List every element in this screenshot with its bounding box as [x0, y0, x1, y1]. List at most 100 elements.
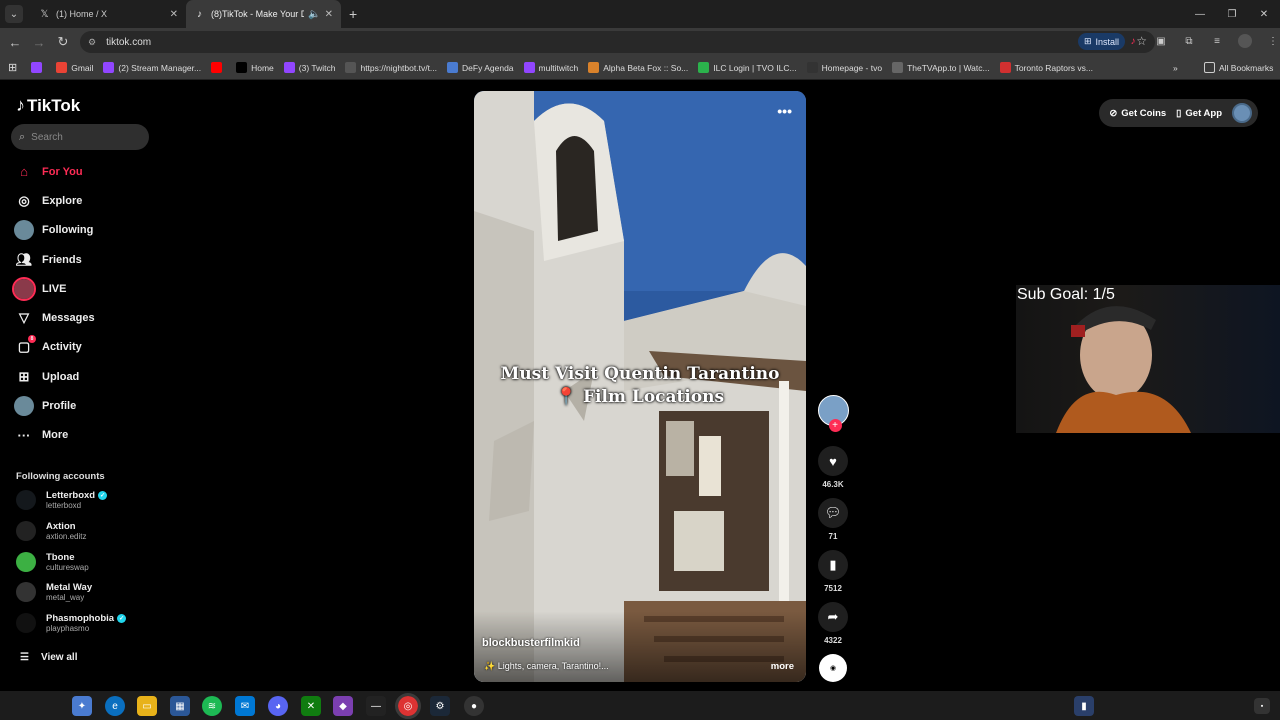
bookmark-item[interactable]	[211, 62, 226, 73]
sidebar-item-friends[interactable]: 👥︎ Friends	[14, 245, 95, 274]
bookmark-item[interactable]: ILC Login | TVO ILC...	[698, 62, 797, 73]
xbox-icon[interactable]: ✕	[301, 696, 321, 716]
verified-check-icon: ✓	[98, 491, 108, 500]
following-account-item[interactable]: Axtion axtion.editz	[16, 520, 86, 541]
bookmark-item[interactable]: https://nightbot.tv/t...	[345, 62, 437, 73]
back-icon[interactable]: ←	[3, 30, 27, 54]
sidebar-item-activity[interactable]: ▢ 8 Activity	[14, 333, 95, 362]
chrome-icon[interactable]: ◎	[395, 693, 421, 719]
spotify-icon[interactable]: ≋	[202, 696, 222, 716]
more-description-button[interactable]: more	[771, 661, 794, 672]
sidebar-item-following[interactable]: ● Following	[14, 216, 95, 245]
window-controls: — ❐ ✕	[1184, 0, 1280, 28]
bookmark-label: (3) Twitch	[298, 62, 336, 73]
steam-icon[interactable]: ⚙	[430, 696, 450, 716]
tab-search-button[interactable]: ⌄	[5, 5, 23, 23]
music-disc-icon[interactable]: ◉	[819, 654, 847, 682]
close-window-icon[interactable]: ✕	[1248, 0, 1280, 28]
sound-disc-button[interactable]: ◉	[815, 654, 851, 682]
follow-plus-icon[interactable]: +	[828, 419, 842, 432]
following-account-item[interactable]: Tbone cultureswap	[16, 551, 89, 572]
speaker-icon[interactable]: 🔈	[308, 9, 320, 20]
user-avatar[interactable]	[1232, 103, 1252, 123]
forward-icon[interactable]: →	[27, 30, 51, 54]
store-icon[interactable]: ▦	[170, 696, 190, 716]
apps-grid-icon[interactable]: ⊞	[8, 61, 17, 74]
tray-app-icon[interactable]: ▮	[1074, 696, 1094, 716]
following-account-item[interactable]: Phasmophobia ✓ playphasmo	[16, 613, 127, 634]
close-tab-icon[interactable]: ✕	[325, 9, 333, 20]
tab-tiktok[interactable]: ♪ (8)TikTok - Make Your Day 🔈 ✕	[186, 0, 341, 28]
extensions-puzzle-icon[interactable]: ⧉	[1182, 34, 1196, 48]
copilot-icon[interactable]: ✦	[72, 696, 92, 716]
sidebar-item-explore[interactable]: ◎ Explore	[14, 186, 95, 215]
get-coins-button[interactable]: ⊘ Get Coins	[1109, 108, 1166, 119]
edge-icon[interactable]: e	[105, 696, 125, 716]
following-account-item[interactable]: Letterboxd ✓ letterboxd	[16, 490, 108, 510]
bookmark-item[interactable]: TheTVApp.to | Watc...	[892, 62, 990, 73]
obs-icon[interactable]: ●	[464, 696, 484, 716]
bookmark-item[interactable]: DeFy Agenda	[447, 62, 514, 73]
bookmark-icon[interactable]: ▮	[818, 550, 848, 580]
install-app-button[interactable]: ⊞ Install	[1077, 33, 1125, 50]
profile-avatar[interactable]	[1238, 34, 1252, 48]
save-button[interactable]: ▮ 7512	[815, 550, 851, 593]
sidebar-item-messages[interactable]: ▽ Messages	[14, 303, 95, 332]
video-author-username[interactable]: blockbusterfilmkid	[482, 637, 580, 649]
get-app-button[interactable]: ▯ Get App	[1176, 108, 1222, 119]
like-button[interactable]: ♥ 46.3K	[815, 446, 851, 489]
account-handle: metal_way	[46, 593, 85, 603]
mail-icon[interactable]: ✉	[235, 696, 255, 716]
site-info-icon[interactable]: ⚙	[88, 37, 96, 48]
more-horizontal-icon[interactable]: •••	[777, 103, 792, 119]
bookmark-item[interactable]: Home	[236, 62, 274, 73]
restore-icon[interactable]: ❐	[1216, 0, 1248, 28]
comment-button[interactable]: 💬︎ 71	[815, 498, 851, 541]
account-avatar	[16, 520, 36, 541]
bookmark-item[interactable]: (3) Twitch	[283, 62, 336, 73]
address-bar[interactable]: ⚙ tiktok.com ⊞ Install ☆	[80, 31, 1155, 53]
sidebar-item-upload[interactable]: ⊞ Upload	[14, 362, 95, 391]
notification-icon[interactable]: ▪	[1254, 698, 1270, 714]
search-input[interactable]: ⌕ Search	[11, 124, 149, 150]
tiktok-logo[interactable]: ♪ TikTok	[16, 95, 80, 116]
sub-goal-text: Sub Goal: 1/5	[1017, 286, 1115, 303]
bookmark-item[interactable]: (2) Stream Manager...	[103, 62, 201, 73]
extension-generic-icon[interactable]: ▣	[1154, 34, 1168, 48]
more-bookmarks-icon[interactable]: »	[1173, 63, 1178, 73]
sidebar-item-more[interactable]: ··· More	[14, 421, 95, 450]
share-button[interactable]: ➦ 4322	[815, 602, 851, 645]
discord-icon[interactable]: ◕	[268, 696, 288, 716]
bookmark-item[interactable]: Gmail	[56, 62, 93, 73]
creator-avatar-button[interactable]: +	[815, 395, 851, 432]
heart-icon[interactable]: ♥	[818, 446, 848, 476]
new-tab-button[interactable]: +	[349, 6, 357, 22]
minimize-icon[interactable]: —	[1184, 0, 1216, 28]
sidebar-item-profile[interactable]: ● Profile	[14, 391, 95, 420]
creator-avatar[interactable]: +	[817, 395, 849, 432]
app-icon[interactable]: ◆	[333, 696, 353, 716]
close-tab-icon[interactable]: ✕	[170, 9, 178, 20]
video-player[interactable]: ••• Must Visit Quentin Tarantino 📍 Film …	[474, 91, 806, 682]
bookmark-item[interactable]: Homepage - tvo	[806, 62, 882, 73]
media-app-icon[interactable]: —	[366, 696, 386, 716]
bookmark-item[interactable]: Alpha Beta Fox :: So...	[588, 62, 688, 73]
tab-x-home[interactable]: 𝕏 (1) Home / X ✕	[31, 0, 186, 28]
sidebar-item-label: Activity	[42, 341, 82, 354]
menu-dots-icon[interactable]: ⋮	[1266, 34, 1280, 48]
sidebar-item-for-you[interactable]: ⌂ For You	[14, 157, 95, 186]
reload-icon[interactable]: ↻	[51, 30, 75, 54]
comment-icon[interactable]: 💬︎	[818, 498, 848, 528]
x-logo-icon	[236, 62, 248, 73]
extension-tiktok-icon[interactable]: ♪	[1126, 34, 1140, 48]
view-all-button[interactable]: ☰ View all	[20, 652, 77, 663]
media-controls-icon[interactable]: ≡	[1210, 34, 1224, 48]
following-account-item[interactable]: Metal Way metal_way	[16, 582, 92, 603]
bookmark-item[interactable]	[31, 62, 46, 73]
share-icon[interactable]: ➦	[818, 602, 848, 632]
bookmark-item[interactable]: Toronto Raptors vs...	[999, 62, 1093, 73]
bookmark-item[interactable]: multitwitch	[523, 62, 578, 73]
sidebar-item-live[interactable]: ● LIVE	[12, 274, 95, 303]
all-bookmarks-button[interactable]: All Bookmarks	[1204, 62, 1273, 73]
file-explorer-icon[interactable]: ▭	[137, 696, 157, 716]
